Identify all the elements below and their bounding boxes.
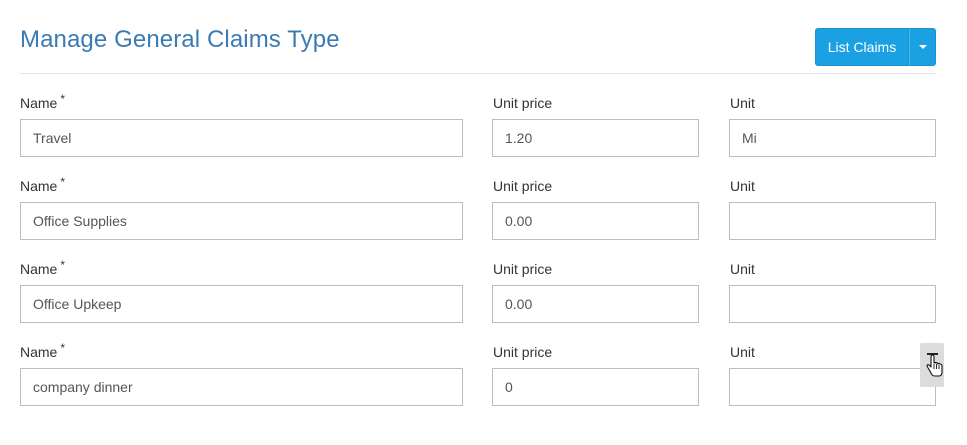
unit-price-input-value: 0 <box>505 379 513 395</box>
unit-input[interactable] <box>729 368 936 406</box>
name-label: Name * <box>20 258 66 277</box>
name-input-value: Office Upkeep <box>33 296 122 312</box>
unit-price-input-value: 0.00 <box>505 296 533 312</box>
required-marker: * <box>60 92 66 106</box>
name-input-value: Travel <box>33 130 72 146</box>
unit-input[interactable] <box>729 285 936 323</box>
manage-claims-page: Manage General Claims Type List Claims N… <box>0 0 967 445</box>
list-claims-button[interactable]: List Claims <box>815 28 909 66</box>
unit-price-label: Unit price <box>493 344 553 360</box>
name-input[interactable]: Office Upkeep <box>20 285 463 323</box>
caret-down-icon <box>918 45 927 49</box>
name-input-value: company dinner <box>33 379 133 395</box>
name-label: Name * <box>20 175 66 194</box>
name-input[interactable]: Travel <box>20 119 463 157</box>
unit-label: Unit <box>730 344 755 360</box>
page-title: Manage General Claims Type <box>20 26 340 53</box>
unit-price-input[interactable]: 1.20 <box>492 119 699 157</box>
unit-price-input[interactable]: 0 <box>492 368 699 406</box>
unit-input[interactable]: Mi <box>729 119 936 157</box>
hand-pointer-icon <box>926 353 943 377</box>
unit-input[interactable] <box>729 202 936 240</box>
unit-price-input[interactable]: 0.00 <box>492 285 699 323</box>
required-marker: * <box>60 341 66 355</box>
name-label: Name * <box>20 92 66 111</box>
list-claims-dropdown-toggle[interactable] <box>909 28 936 66</box>
required-marker: * <box>60 258 66 272</box>
unit-price-input[interactable]: 0.00 <box>492 202 699 240</box>
required-marker: * <box>60 175 66 189</box>
unit-label: Unit <box>730 178 755 194</box>
unit-price-input-value: 0.00 <box>505 213 533 229</box>
name-input[interactable]: Office Supplies <box>20 202 463 240</box>
unit-label: Unit <box>730 95 755 111</box>
name-input[interactable]: company dinner <box>20 368 463 406</box>
unit-input-value: Mi <box>742 130 757 146</box>
header-divider <box>20 73 936 74</box>
unit-price-label: Unit price <box>493 95 553 111</box>
unit-price-label: Unit price <box>493 178 553 194</box>
list-claims-button-group: List Claims <box>815 28 936 66</box>
name-input-value: Office Supplies <box>33 213 127 229</box>
unit-label: Unit <box>730 261 755 277</box>
name-label: Name * <box>20 341 66 360</box>
unit-price-input-value: 1.20 <box>505 130 533 146</box>
unit-price-label: Unit price <box>493 261 553 277</box>
